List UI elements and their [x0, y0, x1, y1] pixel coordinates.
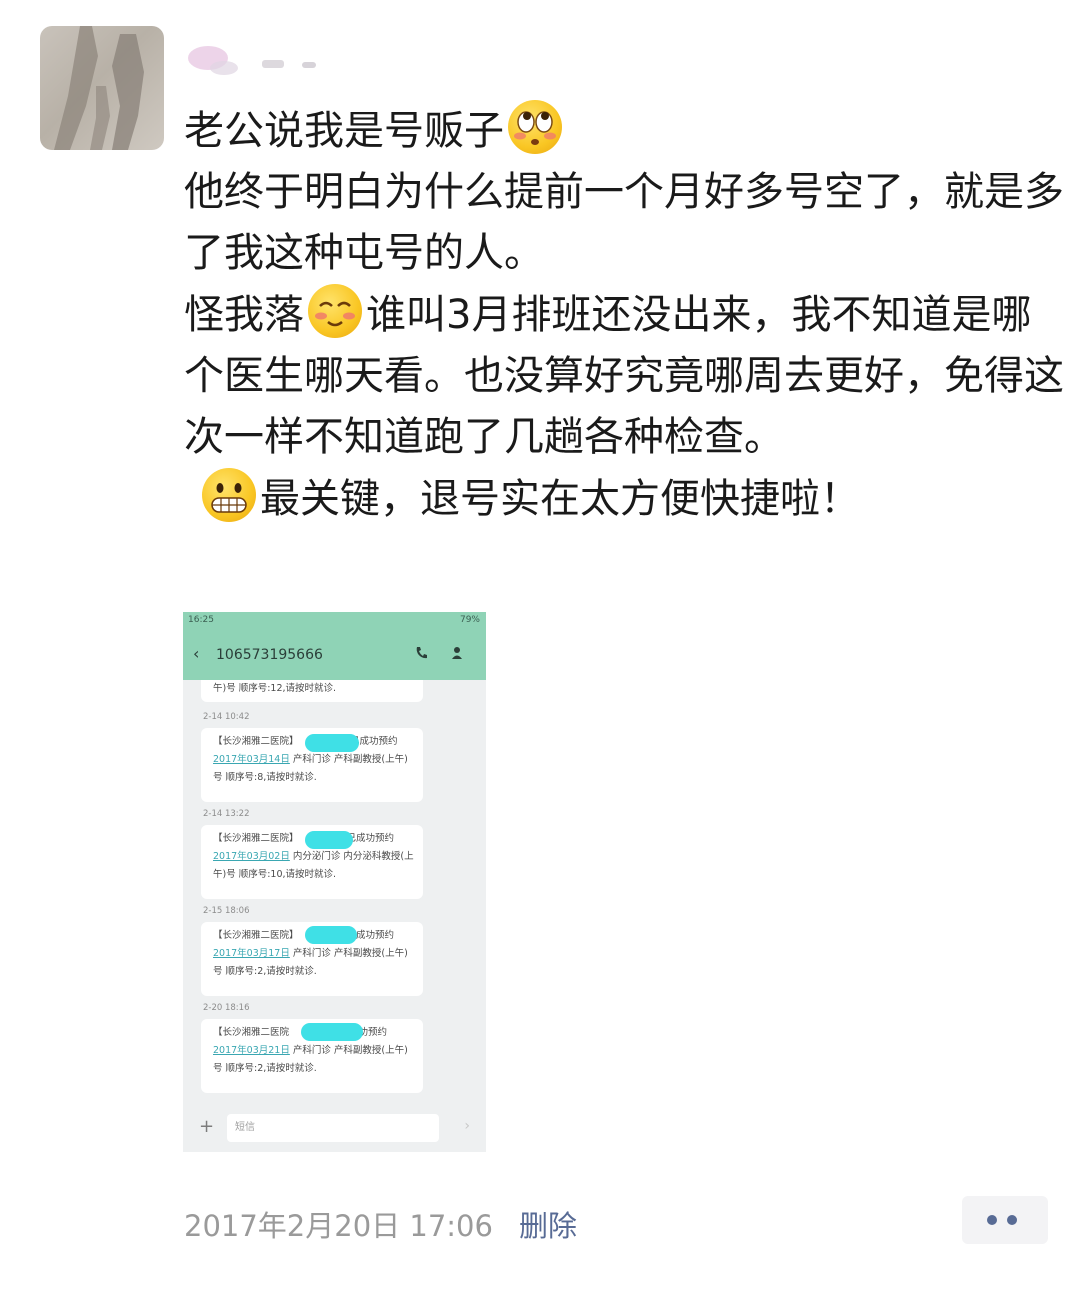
sms-input-bar: + 短信 › — [183, 1106, 486, 1152]
post-footer: 2017年2月20日 17:06 删除 — [184, 1206, 577, 1246]
more-dots-icon — [987, 1215, 997, 1225]
send-arrow-icon: › — [464, 1118, 470, 1134]
status-time: 16:25 — [188, 615, 214, 625]
post-line-2: 他终于明白为什么提前一个月好多号空了，就是多了我这种屯号的人。 — [184, 169, 1064, 276]
date-link: 2017年03月17日 — [213, 948, 290, 959]
post-text: 老公说我是号贩子 他终于明白为什么提前一个月好多号空了，就是多了我这种屯号的人。… — [184, 100, 1064, 530]
message-timestamp: 2-14 10:42 — [203, 712, 250, 722]
more-actions-button[interactable] — [962, 1196, 1048, 1244]
redaction-mark — [305, 831, 353, 849]
more-dots-icon — [1007, 1215, 1017, 1225]
date-link: 2017年03月21日 — [213, 1045, 290, 1056]
grimacing-emoji — [202, 468, 256, 522]
date-link: 2017年03月02日 — [213, 851, 290, 862]
avatar[interactable] — [40, 26, 164, 150]
nickname-blurred[interactable] — [184, 46, 334, 76]
back-arrow-icon: ‹ — [193, 644, 200, 663]
battery-level: 79% — [459, 615, 480, 625]
message-timestamp: 2-15 18:06 — [203, 906, 250, 916]
sms-bubble: 【长沙湘雅二医院】 已成功预约 2017年03月02日 内分泌门诊 内分泌科教授(… — [201, 825, 423, 899]
delete-link[interactable]: 删除 — [519, 1209, 577, 1243]
date-link: 2017年03月14日 — [213, 754, 290, 765]
post-line-3a: 怪我落 — [184, 292, 304, 338]
add-attachment-icon: + — [199, 1116, 215, 1137]
redaction-mark — [301, 1023, 363, 1041]
redaction-mark — [305, 734, 359, 752]
message-timestamp: 2-20 18:16 — [203, 1003, 250, 1013]
sms-partial-message: 午)号 顺序号:12,请按时就诊. — [201, 680, 423, 702]
post-line-4: 最关键，退号实在太方便快捷啦！ — [260, 476, 860, 522]
blushing-smile-emoji — [308, 284, 362, 338]
message-timestamp: 2-14 13:22 — [203, 809, 250, 819]
sms-input-field: 短信 — [227, 1114, 439, 1142]
sms-screenshot-image[interactable]: 16:25 79% ‹ 10657319566​6 午)号 顺序号:12,请按时… — [183, 612, 486, 1152]
sms-bubble: 【长沙湘雅二医院 成功预约 2017年03月21日 产科门诊 产科副教授(上午)号… — [201, 1019, 423, 1093]
redaction-mark — [305, 926, 357, 944]
sms-header: ‹ 10657319566​6 — [183, 630, 486, 680]
contact-icon — [452, 647, 462, 659]
post-line-1: 老公说我是号贩子 — [184, 108, 504, 154]
eye-roll-emoji — [508, 100, 562, 154]
status-bar: 16:25 79% — [183, 612, 486, 630]
post-timestamp: 2017年2月20日 17:06 — [184, 1209, 493, 1243]
sender-number: 10657319566​6 — [216, 647, 323, 663]
sms-bubble: 【长沙湘雅二医院】 已成功预约 2017年03月17日 产科门诊 产科副教授(上午… — [201, 922, 423, 996]
phone-icon — [416, 647, 427, 659]
sms-bubble: 【长沙湘雅二医院】 您已成功预约 2017年03月14日 产科门诊 产科副教授(上… — [201, 728, 423, 802]
